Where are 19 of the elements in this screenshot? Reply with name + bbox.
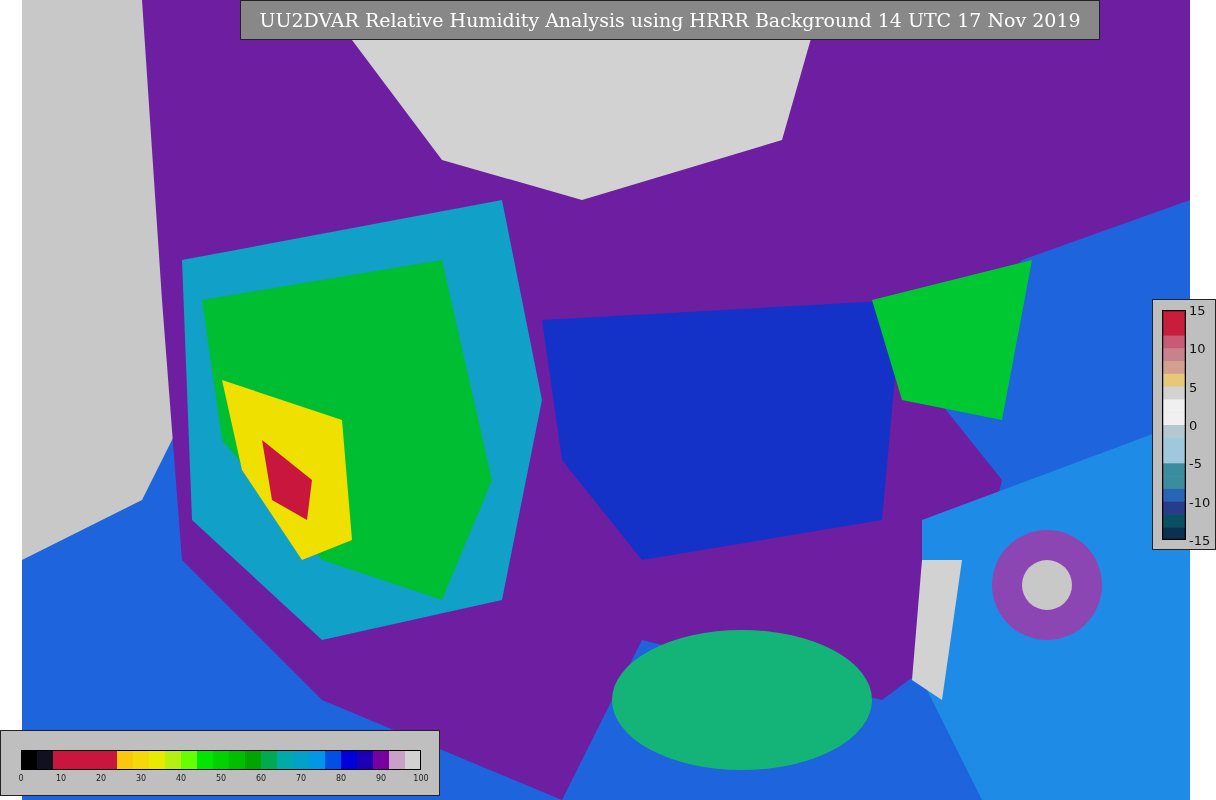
tick-label: 50 xyxy=(215,774,227,783)
tick-label: 0 xyxy=(18,774,24,783)
tick-label: 70 xyxy=(295,774,307,783)
tick-label: 60 xyxy=(255,774,267,783)
tick-label: 0 xyxy=(1189,417,1198,433)
tick-label: 100 xyxy=(413,774,429,783)
tick-label: 80 xyxy=(335,774,347,783)
tick-label: 30 xyxy=(135,774,147,783)
tick-label: 10 xyxy=(55,774,67,783)
tick-label: -15 xyxy=(1189,532,1211,548)
tick-label: 90 xyxy=(375,774,387,783)
tick-label: 10 xyxy=(1189,340,1206,356)
map-title: UU2DVAR Relative Humidity Analysis using HRRR Background 14 UTC 17 Nov 2019 xyxy=(240,0,1100,40)
tick-label: -10 xyxy=(1189,494,1211,510)
tick-label: 20 xyxy=(95,774,107,783)
tick-label: 5 xyxy=(1189,379,1198,395)
tick-label: 40 xyxy=(175,774,187,783)
tick-label: -5 xyxy=(1189,455,1202,471)
tick-label: 15 xyxy=(1189,302,1206,318)
